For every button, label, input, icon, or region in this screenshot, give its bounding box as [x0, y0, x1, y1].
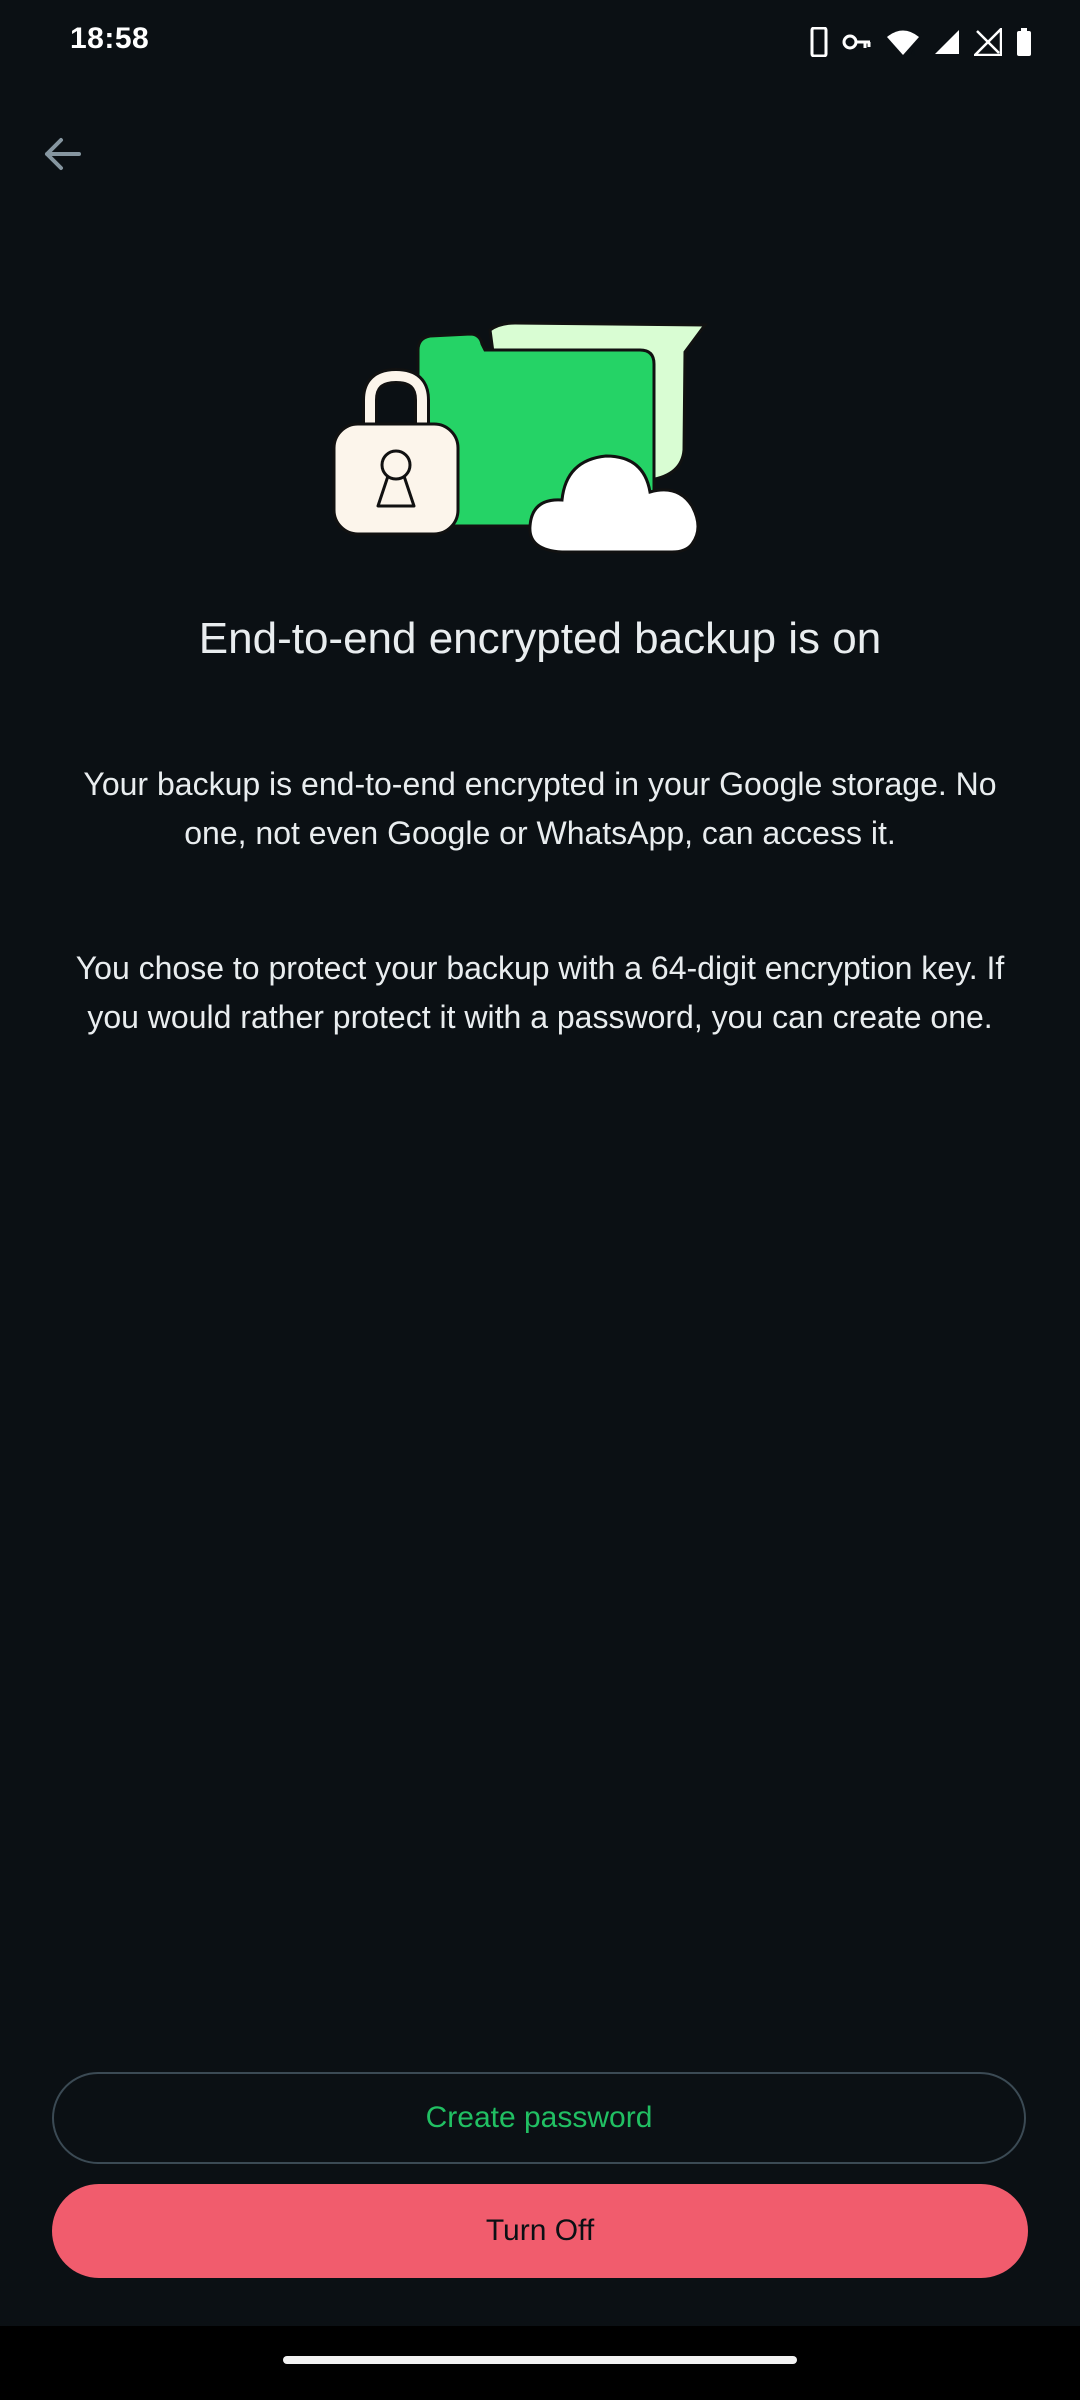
wifi-icon: 4 — [886, 28, 920, 56]
turn-off-button[interactable]: Turn Off — [52, 2184, 1028, 2278]
back-button[interactable] — [26, 120, 98, 192]
vpn-key-icon — [842, 32, 872, 52]
page-title: End-to-end encrypted backup is on — [198, 614, 882, 663]
create-password-button[interactable]: Create password — [52, 2072, 1026, 2164]
arrow-back-icon — [41, 133, 83, 180]
backup-description: Your backup is end-to-end encrypted in y… — [83, 766, 997, 851]
no-data-icon — [974, 28, 1002, 56]
svg-text:4: 4 — [910, 48, 916, 56]
encryption-key-description: You chose to protect your backup with a … — [75, 950, 1005, 1035]
status-bar: 18:58 4 — [0, 0, 1080, 84]
phone-icon — [810, 27, 828, 57]
cell-signal-icon — [934, 29, 960, 55]
home-indicator[interactable] — [283, 2356, 797, 2364]
status-icons: 4 — [810, 24, 1032, 60]
battery-icon — [1016, 28, 1032, 56]
status-time: 18:58 — [70, 22, 150, 55]
backup-illustration — [330, 320, 750, 560]
